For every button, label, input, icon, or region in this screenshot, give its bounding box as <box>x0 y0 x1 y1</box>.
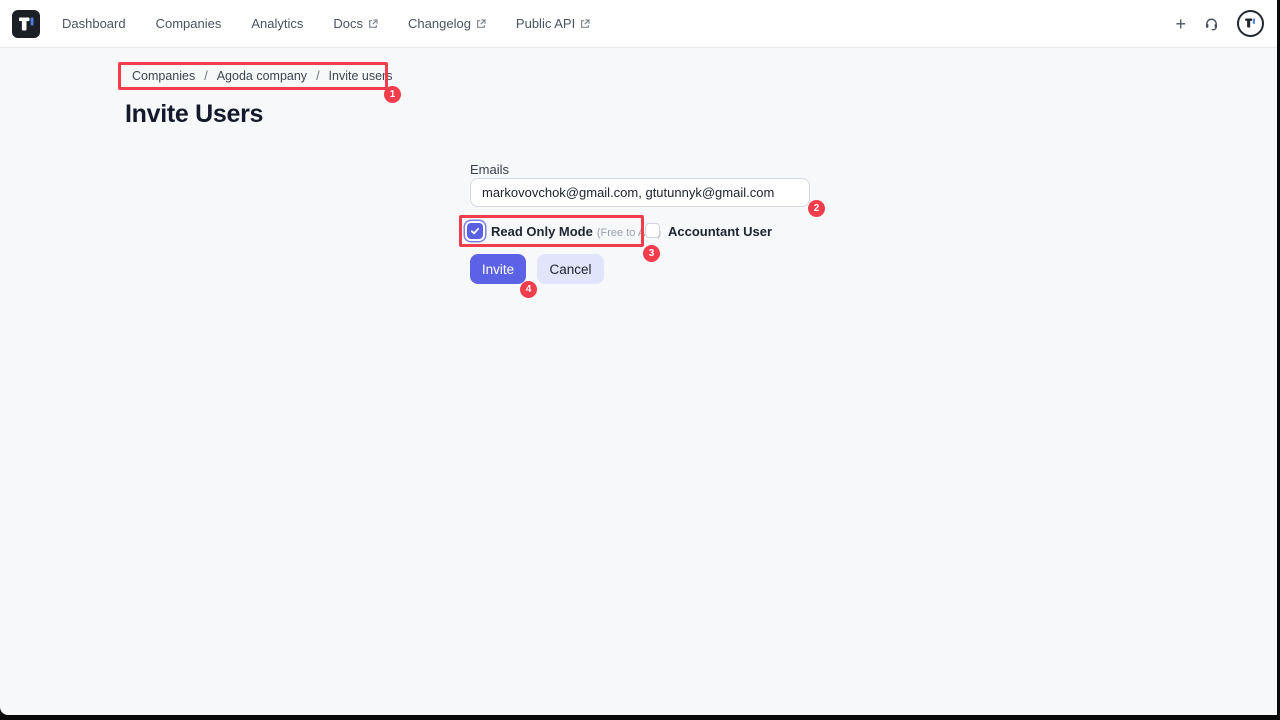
external-link-icon <box>580 18 590 29</box>
cancel-button[interactable]: Cancel <box>537 254 604 284</box>
app-window: Dashboard Companies Analytics Docs Chang… <box>0 0 1277 715</box>
nav-item-public-api[interactable]: Public API <box>516 16 590 31</box>
read-only-mode-checkbox[interactable] <box>467 223 483 239</box>
brand-logo-icon <box>12 10 40 38</box>
breadcrumb: Companies / Agoda company / Invite users <box>132 62 392 90</box>
breadcrumb-separator: / <box>204 69 208 83</box>
checkmark-icon <box>470 226 480 236</box>
annotation-badge-3: 3 <box>643 245 660 262</box>
plus-icon[interactable]: + <box>1175 15 1186 33</box>
annotation-badge-2: 2 <box>808 200 825 217</box>
nav-item-changelog[interactable]: Changelog <box>408 16 486 31</box>
invite-button[interactable]: Invite <box>470 254 526 284</box>
user-avatar[interactable] <box>1237 10 1264 37</box>
nav-item-companies[interactable]: Companies <box>156 16 222 31</box>
annotation-badge-1: 1 <box>384 86 401 103</box>
read-only-mode-text: Read Only Mode <box>491 224 593 239</box>
annotation-badge-4: 4 <box>520 281 537 298</box>
accountant-user-label[interactable]: Accountant User <box>668 224 772 239</box>
page-title: Invite Users <box>125 100 264 128</box>
external-link-icon <box>368 18 378 29</box>
emails-label: Emails <box>470 162 510 177</box>
breadcrumb-companies[interactable]: Companies <box>132 69 195 83</box>
support-headset-icon[interactable] <box>1203 15 1220 32</box>
nav-item-label: Public API <box>515 16 576 31</box>
nav-item-label: Docs <box>333 16 364 31</box>
breadcrumb-invite-users[interactable]: Invite users <box>329 69 393 83</box>
external-link-icon <box>476 18 486 29</box>
top-navbar: Dashboard Companies Analytics Docs Chang… <box>0 0 1277 48</box>
avatar-logo-icon <box>1243 16 1258 31</box>
nav-item-dashboard[interactable]: Dashboard <box>62 16 126 31</box>
brand-logo[interactable] <box>12 9 40 38</box>
emails-input[interactable] <box>470 178 810 207</box>
nav-item-label: Analytics <box>251 16 304 31</box>
breadcrumb-agoda-company[interactable]: Agoda company <box>217 69 307 83</box>
nav-links: Dashboard Companies Analytics Docs Chang… <box>62 16 590 31</box>
nav-item-label: Dashboard <box>62 16 126 31</box>
breadcrumb-separator: / <box>316 69 320 83</box>
nav-item-label: Companies <box>155 16 222 31</box>
nav-item-docs[interactable]: Docs <box>333 16 378 31</box>
navbar-actions: + <box>1175 10 1264 37</box>
nav-item-label: Changelog <box>408 16 471 31</box>
accountant-user-checkbox[interactable] <box>645 223 660 238</box>
nav-item-analytics[interactable]: Analytics <box>251 16 303 31</box>
read-only-mode-label[interactable]: Read Only Mode (Free to Add) <box>491 224 661 239</box>
